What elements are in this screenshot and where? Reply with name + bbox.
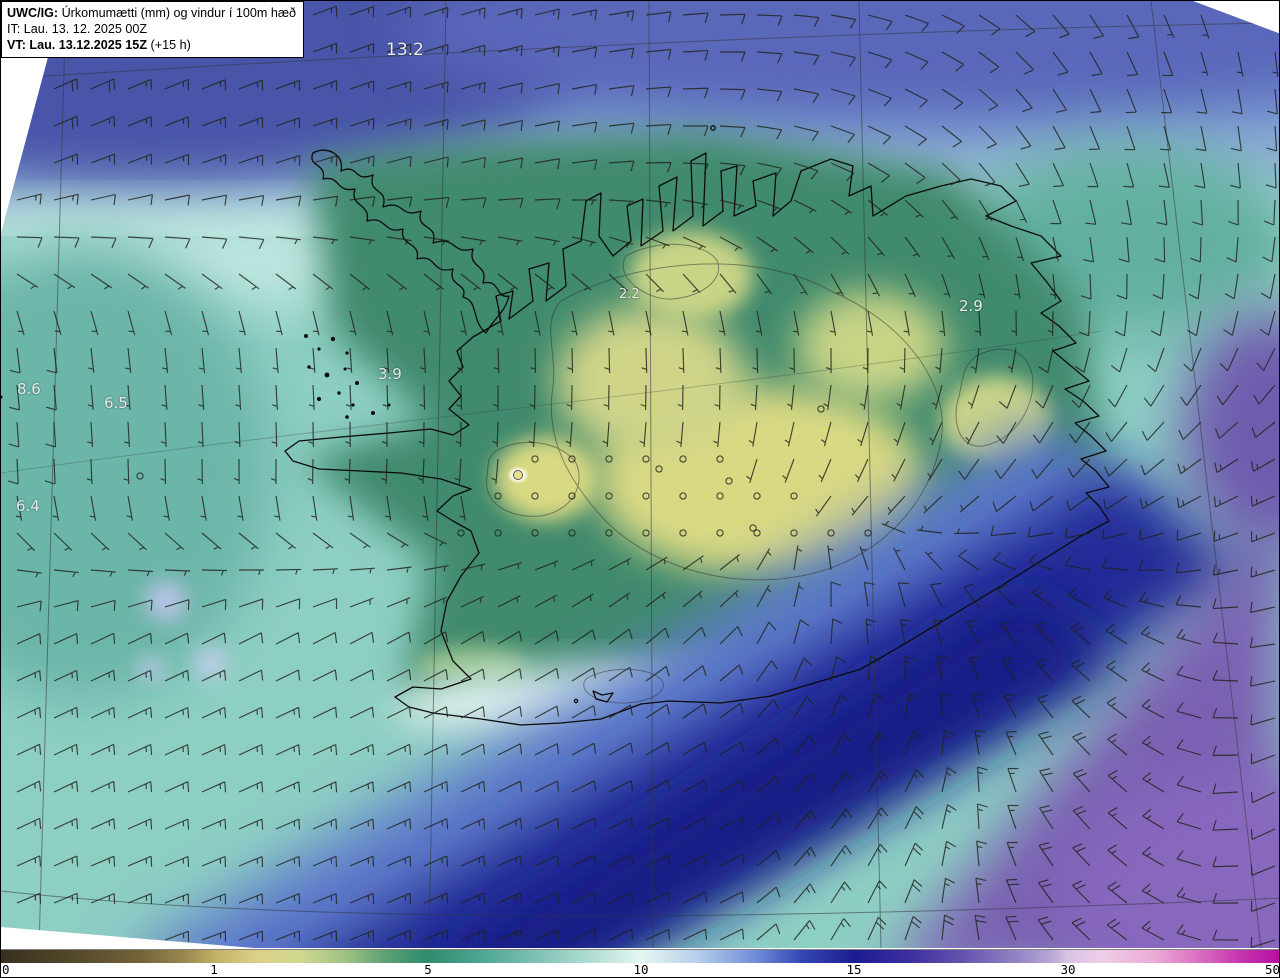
title-line-product: UWC/IG: Úrkomumætti (mm) og vindur í 100… bbox=[7, 6, 297, 20]
colorbar-tick-10: 10 bbox=[633, 962, 649, 977]
colorbar-tick-1: 1 bbox=[210, 962, 218, 977]
colorbar-tick-30: 30 bbox=[1060, 962, 1076, 977]
title-box: UWC/IG: Úrkomumætti (mm) og vindur í 100… bbox=[1, 1, 305, 59]
colorbar-gradient bbox=[1, 949, 1279, 963]
colorbar: 0 1 5 10 15 30 50 bbox=[1, 948, 1280, 977]
precipitation-wind-map bbox=[1, 1, 1279, 948]
colorbar-tick-labels: 0 1 5 10 15 30 50 bbox=[1, 962, 1280, 977]
colorbar-tick-0: 0 bbox=[2, 962, 10, 977]
title-line-init: IT: Lau. 13. 12. 2025 00Z bbox=[7, 22, 148, 37]
weather-map-figure: 13.2 8.6 6.5 6.4 3.9 2.2 2.9 UWC/IG: Úrkomumæt… bbox=[0, 0, 1280, 978]
colorbar-tick-5: 5 bbox=[424, 962, 432, 977]
colorbar-tick-50: 50 bbox=[1264, 962, 1280, 977]
local-max-marker bbox=[507, 466, 529, 484]
title-line-valid: VT: Lau. 13.12.2025 15Z (+15 h) bbox=[7, 38, 191, 53]
colorbar-tick-15: 15 bbox=[846, 962, 862, 977]
map-area: 13.2 8.6 6.5 6.4 3.9 2.2 2.9 bbox=[1, 1, 1279, 948]
